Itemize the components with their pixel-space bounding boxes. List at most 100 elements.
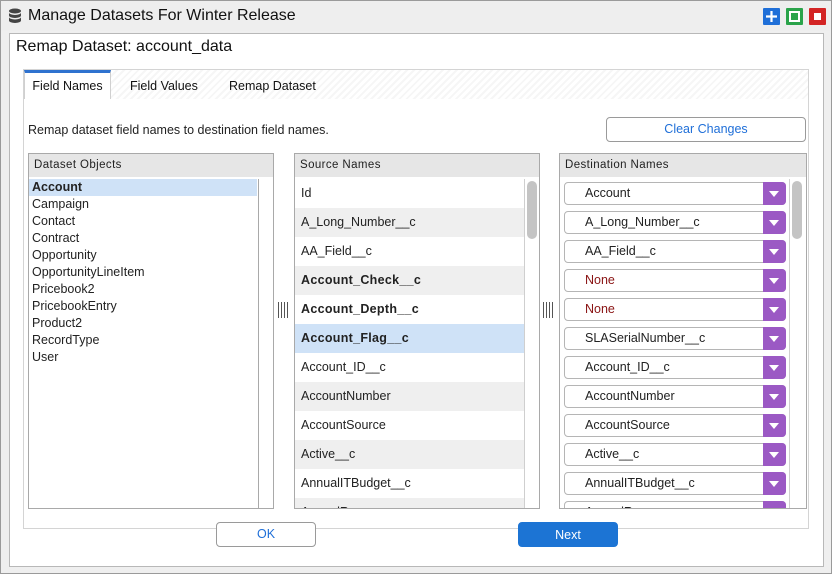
destination-row: AccountNumber [560,382,790,411]
remap-dialog: Remap Dataset: account_data Field Names … [9,33,824,567]
destination-row: AnnualITBudget__c [560,469,790,498]
dataset-objects-list: Account Campaign Contact Contract Opportunit… [29,179,257,508]
destination-row: Active__c [560,440,790,469]
destination-row: A_Long_Number__c [560,208,790,237]
dataset-objects-panel: Dataset Objects Account Campaign Contact Co… [28,153,274,509]
maximize-window-button[interactable] [786,8,803,25]
destination-select[interactable]: Account [564,182,786,205]
add-window-button[interactable] [763,8,780,25]
source-name-row[interactable]: AA_Field__c [295,237,525,266]
destination-select[interactable]: None [564,298,786,321]
source-name-row[interactable]: Account_ID__c [295,353,525,382]
instructions-text: Remap dataset field names to destination… [28,123,329,137]
resize-handle-right[interactable] [543,302,553,318]
dataset-object-item[interactable]: Account [29,179,257,196]
destination-select-value: AccountNumber [585,389,675,403]
destination-names-header: Destination Names [560,154,806,177]
destination-select-value: A_Long_Number__c [585,215,700,229]
chevron-down-icon[interactable] [763,443,786,466]
source-names-panel: Source Names Id A_Long_Number__c AA_Field_… [294,153,540,509]
dataset-object-item[interactable]: RecordType [29,332,257,349]
resize-handle-left[interactable] [278,302,288,318]
chevron-down-icon[interactable] [763,501,786,508]
source-name-row[interactable]: Id [295,179,525,208]
destination-select-value: AccountSource [585,418,670,432]
close-icon [814,13,821,20]
scrollbar-thumb[interactable] [527,181,537,239]
dataset-objects-scrollbar[interactable] [258,179,273,508]
scrollbar-thumb[interactable] [792,181,802,239]
database-icon [9,8,21,23]
dataset-object-item[interactable]: Pricebook2 [29,281,257,298]
clear-changes-button[interactable]: Clear Changes [606,117,806,142]
square-icon [789,11,800,22]
destination-select[interactable]: AnnualITBudget__c [564,472,786,495]
tab-field-values[interactable]: Field Values [130,70,198,100]
chevron-down-icon[interactable] [763,385,786,408]
destination-row: AnnualRevenue [560,498,790,508]
destination-names-list: Account A_Long_Number__c AA_Field__c None No… [560,179,790,508]
dataset-object-item[interactable]: Opportunity [29,247,257,264]
dataset-object-item[interactable]: OpportunityLineItem [29,264,257,281]
dataset-object-item[interactable]: User [29,349,257,366]
destination-row: AccountSource [560,411,790,440]
chevron-down-icon[interactable] [763,298,786,321]
dataset-object-item[interactable]: Contact [29,213,257,230]
dataset-object-item[interactable]: Campaign [29,196,257,213]
source-name-row[interactable]: Active__c [295,440,525,469]
destination-select-value: None [585,273,615,287]
source-name-row[interactable]: AnnualITBudget__c [295,469,525,498]
chevron-down-icon[interactable] [763,240,786,263]
destination-select-value: None [585,302,615,316]
source-name-row[interactable]: AnnualRevenue [295,498,525,508]
destination-select[interactable]: SLASerialNumber__c [564,327,786,350]
destination-select-value: AnnualRevenue [585,502,674,508]
chevron-down-icon[interactable] [763,269,786,292]
destination-select-value: Account_ID__c [585,360,670,374]
window: Manage Datasets For Winter Release Remap… [0,0,832,574]
destination-names-panel: Destination Names Account A_Long_Number__… [559,153,807,509]
source-name-row[interactable]: A_Long_Number__c [295,208,525,237]
tab-remap-dataset[interactable]: Remap Dataset [229,70,316,100]
destination-select-value: Account [585,186,631,200]
chevron-down-icon[interactable] [763,414,786,437]
close-window-button[interactable] [809,8,826,25]
destination-row: AA_Field__c [560,237,790,266]
dataset-object-item[interactable]: Contract [29,230,257,247]
dataset-object-item[interactable]: PricebookEntry [29,298,257,315]
chevron-down-icon[interactable] [763,356,786,379]
destination-select[interactable]: A_Long_Number__c [564,211,786,234]
destination-names-scrollbar[interactable] [789,179,804,508]
destination-select[interactable]: AccountSource [564,414,786,437]
ok-button[interactable]: OK [216,522,316,547]
window-title: Manage Datasets For Winter Release [28,7,296,24]
destination-select[interactable]: AnnualRevenue [564,501,786,508]
source-name-row[interactable]: AccountSource [295,411,525,440]
source-name-row[interactable]: Account_Check__c [295,266,525,295]
destination-select-value: AnnualITBudget__c [585,476,695,490]
source-name-row[interactable]: AccountNumber [295,382,525,411]
chevron-down-icon[interactable] [763,327,786,350]
source-name-row[interactable]: Account_Flag__c [295,324,525,353]
chevron-down-icon[interactable] [763,182,786,205]
chevron-down-icon[interactable] [763,211,786,234]
tab-field-names[interactable]: Field Names [24,70,111,102]
title-bar: Manage Datasets For Winter Release [1,1,831,31]
next-button[interactable]: Next [518,522,618,547]
dialog-title: Remap Dataset: account_data [16,38,233,55]
destination-select[interactable]: AccountNumber [564,385,786,408]
source-names-list: Id A_Long_Number__c AA_Field__c Account_Che… [295,179,525,508]
destination-select-value: AA_Field__c [585,244,656,258]
plus-icon [766,11,777,22]
destination-select[interactable]: None [564,269,786,292]
destination-select[interactable]: Account_ID__c [564,356,786,379]
dataset-objects-header: Dataset Objects [29,154,273,177]
source-names-scrollbar[interactable] [524,179,539,508]
source-name-row[interactable]: Account_Depth__c [295,295,525,324]
destination-row: Account_ID__c [560,353,790,382]
source-names-header: Source Names [295,154,539,177]
dataset-object-item[interactable]: Product2 [29,315,257,332]
chevron-down-icon[interactable] [763,472,786,495]
destination-select[interactable]: AA_Field__c [564,240,786,263]
destination-select[interactable]: Active__c [564,443,786,466]
